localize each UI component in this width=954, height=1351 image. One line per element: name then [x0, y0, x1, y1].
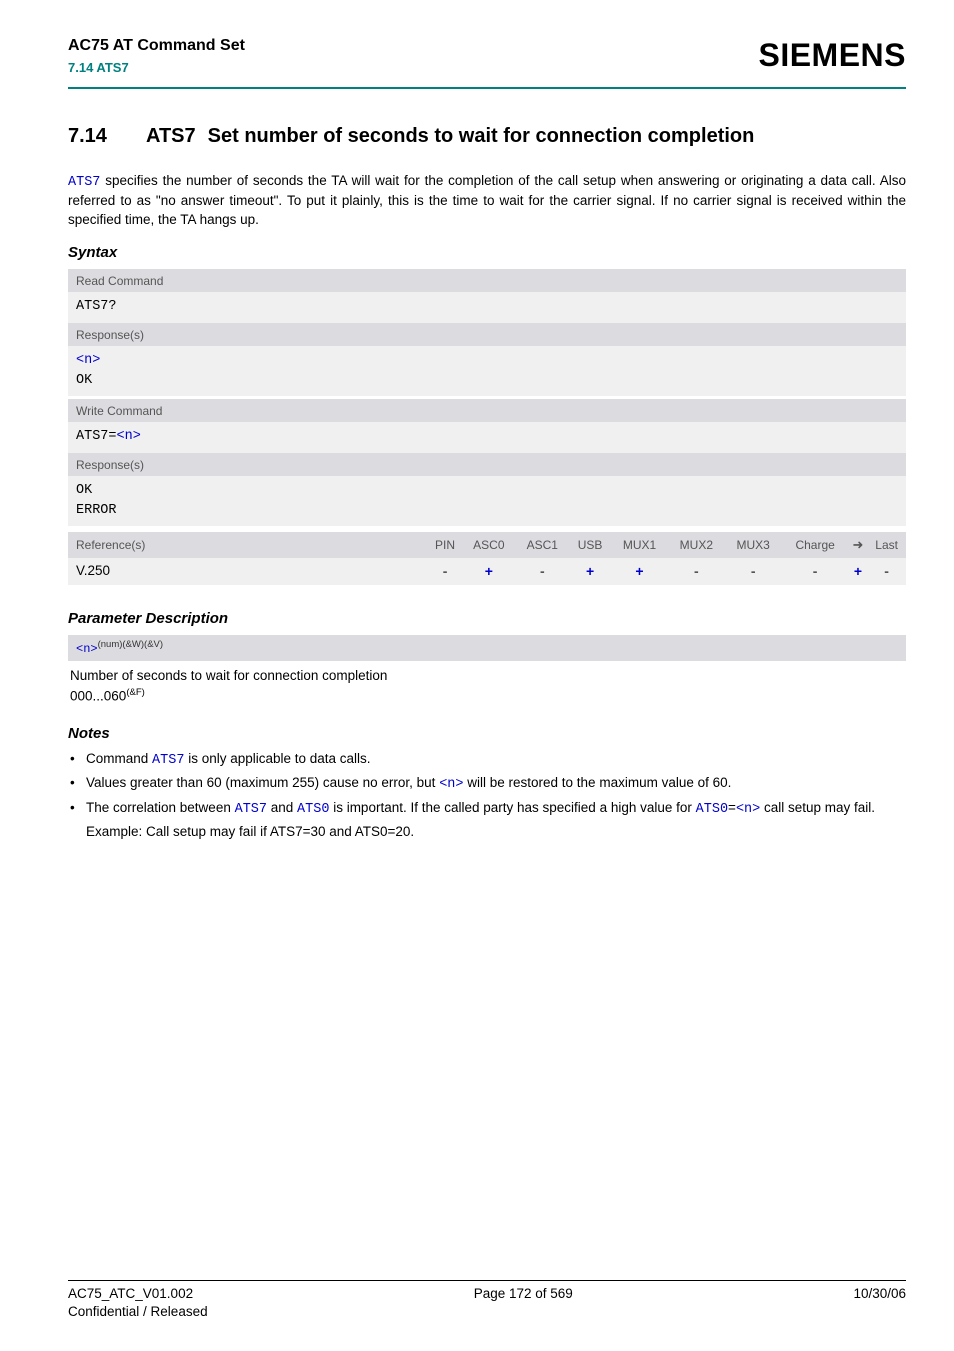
ref-val-pin: - — [443, 563, 448, 579]
note3-e: call setup may fail. — [760, 800, 875, 815]
ref-label: Reference(s) — [68, 532, 428, 558]
note-item-3: The correlation between ATS7 and ATS0 is… — [68, 799, 906, 819]
ref-val-last: - — [884, 563, 889, 579]
ref-col-usb: USB — [569, 532, 611, 558]
ref-col-pin: PIN — [428, 532, 462, 558]
page-header: AC75 AT Command Set 7.14 ATS7 SIEMENS — [68, 34, 906, 77]
section-number: 7.14 — [68, 123, 146, 150]
note3-example: Example: Call setup may fail if ATS7=30 … — [68, 823, 906, 841]
page-footer: AC75_ATC_V01.002 Page 172 of 569 10/30/0… — [68, 1280, 906, 1321]
note3-d: = — [728, 800, 736, 815]
note-item-1: Command ATS7 is only applicable to data … — [68, 750, 906, 770]
param-description: Number of seconds to wait for connection… — [70, 667, 906, 685]
doc-title: AC75 AT Command Set — [68, 35, 245, 57]
note3-b: and — [267, 800, 297, 815]
ref-val-charge: - — [813, 563, 818, 579]
note1-a: Command — [86, 751, 152, 766]
ref-col-plane: ➜ — [849, 532, 868, 558]
note3-cmd1-link[interactable]: ATS7 — [235, 802, 267, 817]
airplane-icon: ➜ — [853, 537, 864, 552]
ref-col-mux2: MUX2 — [668, 532, 725, 558]
intro-cmd-link[interactable]: ATS7 — [68, 175, 100, 190]
ref-col-charge: Charge — [782, 532, 849, 558]
ref-col-asc0: ASC0 — [462, 532, 515, 558]
write-response-label: Response(s) — [68, 453, 906, 476]
ref-col-mux3: MUX3 — [725, 532, 782, 558]
param-range-value: 000...060 — [70, 689, 126, 704]
notes-heading: Notes — [68, 724, 906, 744]
param-name-sup: (num)(&W)(&V) — [98, 639, 163, 650]
section-title-text: Set number of seconds to wait for connec… — [208, 125, 755, 147]
doc-subtitle: 7.14 ATS7 — [68, 59, 245, 77]
intro-text: specifies the number of seconds the TA w… — [68, 173, 906, 226]
ref-col-last: Last — [867, 532, 906, 558]
param-desc-heading: Parameter Description — [68, 609, 906, 629]
brand-logo: SIEMENS — [758, 34, 906, 77]
note2-param-link[interactable]: <n> — [439, 777, 463, 792]
reference-matrix: Reference(s) PIN ASC0 ASC1 USB MUX1 MUX2… — [68, 532, 906, 584]
write-command-param: <n> — [117, 429, 141, 444]
read-response-label: Response(s) — [68, 323, 906, 346]
read-command-label: Read Command — [68, 269, 906, 292]
syntax-write-block: Write Command ATS7=<n> Response(s) OK ER… — [68, 399, 906, 529]
note1-b: is only applicable to data calls. — [184, 751, 370, 766]
note3-cmd3-link[interactable]: ATS0 — [696, 802, 728, 817]
syntax-heading: Syntax — [68, 243, 906, 263]
note3-param-link[interactable]: <n> — [736, 802, 760, 817]
syntax-read-block: Read Command ATS7? Response(s) <n> OK — [68, 269, 906, 399]
header-divider — [68, 87, 906, 89]
ref-val-asc0: + — [485, 563, 493, 579]
write-response-error: ERROR — [76, 503, 117, 518]
footer-left: AC75_ATC_V01.002 — [68, 1285, 193, 1303]
read-response-ok: OK — [76, 373, 92, 388]
intro-paragraph: ATS7 specifies the number of seconds the… — [68, 172, 906, 229]
notes-list: Command ATS7 is only applicable to data … — [68, 750, 906, 819]
note1-cmd-link[interactable]: ATS7 — [152, 753, 184, 768]
note2-a: Values greater than 60 (maximum 255) cau… — [86, 775, 439, 790]
note-item-2: Values greater than 60 (maximum 255) cau… — [68, 774, 906, 794]
footer-center: Page 172 of 569 — [474, 1285, 573, 1303]
ref-val-usb: + — [586, 563, 594, 579]
note2-b: will be restored to the maximum value of… — [464, 775, 732, 790]
ref-val-mux2: - — [694, 563, 699, 579]
param-range: 000...060(&F) — [70, 687, 906, 706]
footer-right: 10/30/06 — [853, 1285, 906, 1303]
param-name-box: <n>(num)(&W)(&V) — [68, 635, 906, 661]
ref-val-mux3: - — [751, 563, 756, 579]
footer-left2: Confidential / Released — [68, 1303, 906, 1321]
write-command-prefix: ATS7= — [76, 429, 117, 444]
read-command-value: ATS7? — [76, 299, 117, 314]
ref-value: V.250 — [68, 558, 428, 585]
param-range-sup: (&F) — [126, 687, 144, 698]
section-heading: 7.14 ATS7 Set number of seconds to wait f… — [68, 123, 906, 150]
ref-val-asc1: - — [540, 563, 545, 579]
note3-cmd2-link[interactable]: ATS0 — [297, 802, 329, 817]
param-name: <n> — [76, 642, 98, 656]
write-command-label: Write Command — [68, 399, 906, 422]
read-response-n: <n> — [76, 353, 100, 368]
footer-divider — [68, 1280, 906, 1281]
ref-val-mux1: + — [635, 563, 643, 579]
write-response-ok: OK — [76, 483, 92, 498]
ref-val-plane: + — [854, 563, 862, 579]
ref-col-mux1: MUX1 — [611, 532, 668, 558]
section-command: ATS7 — [146, 125, 196, 147]
ref-col-asc1: ASC1 — [516, 532, 569, 558]
note3-c: is important. If the called party has sp… — [329, 800, 695, 815]
note3-a: The correlation between — [86, 800, 235, 815]
